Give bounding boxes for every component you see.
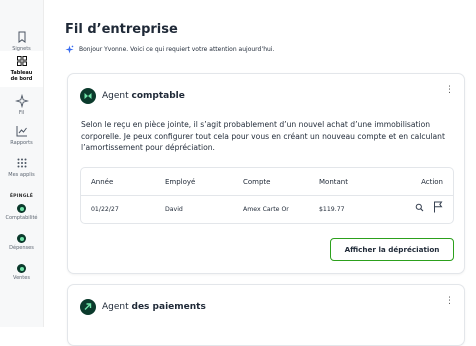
agent-prefix: Agent xyxy=(102,91,129,101)
row-actions xyxy=(415,201,443,213)
agent-name: comptable xyxy=(131,91,185,101)
sidebar-item-feed[interactable]: Fil xyxy=(0,94,43,116)
sales-app-icon xyxy=(17,264,26,273)
payments-agent-card: Agent des paiements ⋮ xyxy=(67,284,465,346)
transaction-table: Année Employé Compte Montant Action 01/2… xyxy=(80,167,454,224)
sidebar-item-my-apps[interactable]: Mes applis xyxy=(0,156,43,178)
app-window: Signets Tableau de bord Fil Rapports Mes… xyxy=(0,0,476,346)
sidebar-item-bookmarks[interactable]: Signets xyxy=(0,30,43,52)
agent-header: Agent des paiements xyxy=(80,299,206,315)
agent-logo-icon xyxy=(80,299,96,315)
cell-employee: David xyxy=(165,206,183,213)
table-header: Année Employé Compte Montant Action xyxy=(81,168,453,196)
cell-account: Amex Carte Or xyxy=(243,206,289,213)
more-options-icon[interactable]: ⋮ xyxy=(445,297,454,306)
col-action: Action xyxy=(421,178,443,186)
show-depreciation-button[interactable]: Afficher la dépréciation xyxy=(330,238,454,261)
cell-year: 01/22/27 xyxy=(91,206,119,213)
sparkle-icon xyxy=(65,45,74,54)
sparkle-icon xyxy=(14,94,29,108)
sidebar: Signets Tableau de bord Fil Rapports Mes… xyxy=(0,0,44,327)
pinned-section-label: ÉPINGLÉ xyxy=(9,194,34,199)
sidebar-item-accounting[interactable]: Comptabilité xyxy=(0,204,43,221)
agent-title: Agent comptable xyxy=(102,91,185,101)
bookmark-icon xyxy=(18,31,25,43)
sidebar-item-label: Dépenses xyxy=(9,245,34,251)
sidebar-item-label: Mes applis xyxy=(8,172,35,178)
more-options-icon[interactable]: ⋮ xyxy=(445,86,454,95)
main-content: Fil d’entreprise Bonjour Yvonne. Voici c… xyxy=(51,0,476,346)
apps-grid-icon xyxy=(17,158,26,168)
agent-logo-icon xyxy=(80,88,96,104)
cell-amount: $119.77 xyxy=(319,206,345,213)
col-employee: Employé xyxy=(165,178,196,186)
greeting-text: Bonjour Yvonne. Voici ce qui requiert vo… xyxy=(79,46,275,53)
sidebar-item-label: Rapports xyxy=(10,140,33,146)
sidebar-item-dashboard[interactable]: Tableau de bord xyxy=(0,51,43,87)
agent-title: Agent des paiements xyxy=(102,302,206,312)
col-account: Compte xyxy=(243,178,271,186)
dashboard-icon xyxy=(16,56,27,66)
sidebar-item-label: Ventes xyxy=(13,275,30,281)
accounting-agent-card: Agent comptable ⋮ Selon le reçu en pièce… xyxy=(67,73,465,274)
col-year: Année xyxy=(91,178,114,186)
sidebar-item-label: Fil xyxy=(18,110,25,116)
sidebar-item-sales[interactable]: Ventes xyxy=(0,264,43,281)
accounting-app-icon xyxy=(17,204,26,213)
sidebar-item-label: Comptabilité xyxy=(5,215,38,221)
expenses-app-icon xyxy=(17,234,26,243)
search-icon[interactable] xyxy=(415,203,424,212)
col-amount: Montant xyxy=(319,178,348,186)
agent-prefix: Agent xyxy=(102,302,129,312)
sidebar-item-expenses[interactable]: Dépenses xyxy=(0,234,43,251)
agent-header: Agent comptable xyxy=(80,88,185,104)
sidebar-item-label: Tableau de bord xyxy=(10,70,33,82)
greeting-banner: Bonjour Yvonne. Voici ce qui requiert vo… xyxy=(65,45,274,54)
page-title: Fil d’entreprise xyxy=(65,22,178,37)
flag-icon[interactable] xyxy=(433,201,443,213)
agent-name: des paiements xyxy=(131,302,206,312)
sidebar-item-reports[interactable]: Rapports xyxy=(0,124,43,146)
agent-message: Selon le reçu en pièce jointe, il s’agit… xyxy=(81,120,445,153)
chart-icon xyxy=(16,126,27,137)
